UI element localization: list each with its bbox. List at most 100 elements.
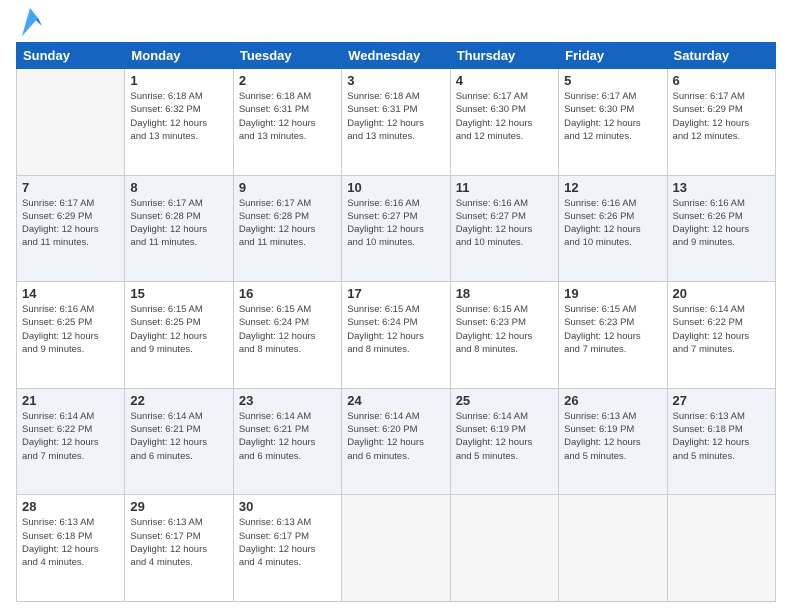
day-info: Sunrise: 6:14 AM Sunset: 6:22 PM Dayligh… [673,303,770,356]
calendar-cell: 10 Sunrise: 6:16 AM Sunset: 6:27 PM Dayli… [342,175,450,282]
day-info: Sunrise: 6:16 AM Sunset: 6:26 PM Dayligh… [564,197,661,250]
day-number: 10 [347,180,444,195]
day-number: 14 [22,286,119,301]
day-info: Sunrise: 6:17 AM Sunset: 6:29 PM Dayligh… [22,197,119,250]
day-info: Sunrise: 6:13 AM Sunset: 6:18 PM Dayligh… [22,516,119,569]
calendar-cell [667,495,775,602]
calendar-cell: 12 Sunrise: 6:16 AM Sunset: 6:26 PM Dayli… [559,175,667,282]
calendar-cell: 28 Sunrise: 6:13 AM Sunset: 6:18 PM Dayli… [17,495,125,602]
day-info: Sunrise: 6:13 AM Sunset: 6:19 PM Dayligh… [564,410,661,463]
weekday-header-monday: Monday [125,43,233,69]
day-number: 21 [22,393,119,408]
calendar-cell [342,495,450,602]
day-number: 15 [130,286,227,301]
day-info: Sunrise: 6:14 AM Sunset: 6:20 PM Dayligh… [347,410,444,463]
calendar-cell: 13Sunrise: 6:16 AM Sunset: 6:26 PM Dayli… [667,175,775,282]
weekday-header-wednesday: Wednesday [342,43,450,69]
weekday-header-sunday: Sunday [17,43,125,69]
day-number: 28 [22,499,119,514]
day-number: 11 [456,180,553,195]
calendar-cell: 30 Sunrise: 6:13 AM Sunset: 6:17 PM Dayli… [233,495,341,602]
day-info: Sunrise: 6:18 AM Sunset: 6:32 PM Dayligh… [130,90,227,143]
calendar-week-row: 7 Sunrise: 6:17 AM Sunset: 6:29 PM Daylig… [17,175,776,282]
calendar-week-row: 14Sunrise: 6:16 AM Sunset: 6:25 PM Dayli… [17,282,776,389]
day-number: 20 [673,286,770,301]
day-number: 25 [456,393,553,408]
day-info: Sunrise: 6:15 AM Sunset: 6:24 PM Dayligh… [347,303,444,356]
day-info: Sunrise: 6:18 AM Sunset: 6:31 PM Dayligh… [239,90,336,143]
header [16,12,776,36]
calendar-cell: 21 Sunrise: 6:14 AM Sunset: 6:22 PM Dayli… [17,388,125,495]
day-number: 17 [347,286,444,301]
calendar-cell: 29 Sunrise: 6:13 AM Sunset: 6:17 PM Dayli… [125,495,233,602]
day-info: Sunrise: 6:13 AM Sunset: 6:17 PM Dayligh… [130,516,227,569]
calendar-table: SundayMondayTuesdayWednesdayThursdayFrid… [16,42,776,602]
calendar-cell: 23 Sunrise: 6:14 AM Sunset: 6:21 PM Dayli… [233,388,341,495]
day-info: Sunrise: 6:16 AM Sunset: 6:27 PM Dayligh… [347,197,444,250]
calendar-cell: 25 Sunrise: 6:14 AM Sunset: 6:19 PM Dayli… [450,388,558,495]
day-number: 23 [239,393,336,408]
day-number: 30 [239,499,336,514]
calendar-week-row: 1 Sunrise: 6:18 AM Sunset: 6:32 PM Daylig… [17,69,776,176]
day-info: Sunrise: 6:17 AM Sunset: 6:30 PM Dayligh… [456,90,553,143]
calendar-cell: 17 Sunrise: 6:15 AM Sunset: 6:24 PM Dayli… [342,282,450,389]
day-number: 8 [130,180,227,195]
day-number: 26 [564,393,661,408]
day-info: Sunrise: 6:18 AM Sunset: 6:31 PM Dayligh… [347,90,444,143]
day-number: 16 [239,286,336,301]
day-info: Sunrise: 6:14 AM Sunset: 6:21 PM Dayligh… [239,410,336,463]
day-number: 3 [347,73,444,88]
calendar-cell [450,495,558,602]
calendar-cell: 22 Sunrise: 6:14 AM Sunset: 6:21 PM Dayli… [125,388,233,495]
calendar-cell: 24 Sunrise: 6:14 AM Sunset: 6:20 PM Dayli… [342,388,450,495]
day-number: 9 [239,180,336,195]
day-number: 7 [22,180,119,195]
page: SundayMondayTuesdayWednesdayThursdayFrid… [0,0,792,612]
calendar-cell: 19Sunrise: 6:15 AM Sunset: 6:23 PM Dayli… [559,282,667,389]
calendar-cell: 11 Sunrise: 6:16 AM Sunset: 6:27 PM Dayli… [450,175,558,282]
calendar-cell: 15 Sunrise: 6:15 AM Sunset: 6:25 PM Dayli… [125,282,233,389]
day-info: Sunrise: 6:17 AM Sunset: 6:28 PM Dayligh… [239,197,336,250]
weekday-header-row: SundayMondayTuesdayWednesdayThursdayFrid… [17,43,776,69]
day-info: Sunrise: 6:16 AM Sunset: 6:27 PM Dayligh… [456,197,553,250]
logo [16,16,42,36]
calendar-week-row: 28 Sunrise: 6:13 AM Sunset: 6:18 PM Dayli… [17,495,776,602]
day-info: Sunrise: 6:14 AM Sunset: 6:22 PM Dayligh… [22,410,119,463]
day-number: 4 [456,73,553,88]
day-number: 5 [564,73,661,88]
calendar-cell: 14Sunrise: 6:16 AM Sunset: 6:25 PM Dayli… [17,282,125,389]
day-info: Sunrise: 6:17 AM Sunset: 6:30 PM Dayligh… [564,90,661,143]
calendar-cell: 27Sunrise: 6:13 AM Sunset: 6:18 PM Dayli… [667,388,775,495]
day-info: Sunrise: 6:15 AM Sunset: 6:25 PM Dayligh… [130,303,227,356]
weekday-header-tuesday: Tuesday [233,43,341,69]
day-number: 1 [130,73,227,88]
calendar-cell [17,69,125,176]
calendar-cell: 6 Sunrise: 6:17 AM Sunset: 6:29 PM Daylig… [667,69,775,176]
calendar-cell: 18Sunrise: 6:15 AM Sunset: 6:23 PM Dayli… [450,282,558,389]
calendar-cell: 8Sunrise: 6:17 AM Sunset: 6:28 PM Daylig… [125,175,233,282]
calendar-cell: 16Sunrise: 6:15 AM Sunset: 6:24 PM Dayli… [233,282,341,389]
day-number: 18 [456,286,553,301]
day-number: 2 [239,73,336,88]
day-info: Sunrise: 6:17 AM Sunset: 6:29 PM Dayligh… [673,90,770,143]
calendar-cell: 20 Sunrise: 6:14 AM Sunset: 6:22 PM Dayli… [667,282,775,389]
calendar-cell: 5 Sunrise: 6:17 AM Sunset: 6:30 PM Daylig… [559,69,667,176]
day-number: 24 [347,393,444,408]
calendar-cell: 7 Sunrise: 6:17 AM Sunset: 6:29 PM Daylig… [17,175,125,282]
day-number: 6 [673,73,770,88]
day-info: Sunrise: 6:14 AM Sunset: 6:19 PM Dayligh… [456,410,553,463]
calendar-cell [559,495,667,602]
day-number: 22 [130,393,227,408]
day-info: Sunrise: 6:13 AM Sunset: 6:17 PM Dayligh… [239,516,336,569]
calendar-week-row: 21 Sunrise: 6:14 AM Sunset: 6:22 PM Dayli… [17,388,776,495]
day-info: Sunrise: 6:14 AM Sunset: 6:21 PM Dayligh… [130,410,227,463]
weekday-header-thursday: Thursday [450,43,558,69]
calendar-cell: 3 Sunrise: 6:18 AM Sunset: 6:31 PM Daylig… [342,69,450,176]
calendar-cell: 2 Sunrise: 6:18 AM Sunset: 6:31 PM Daylig… [233,69,341,176]
day-number: 12 [564,180,661,195]
weekday-header-saturday: Saturday [667,43,775,69]
calendar-cell: 9 Sunrise: 6:17 AM Sunset: 6:28 PM Daylig… [233,175,341,282]
day-info: Sunrise: 6:16 AM Sunset: 6:26 PM Dayligh… [673,197,770,250]
day-number: 29 [130,499,227,514]
day-number: 19 [564,286,661,301]
